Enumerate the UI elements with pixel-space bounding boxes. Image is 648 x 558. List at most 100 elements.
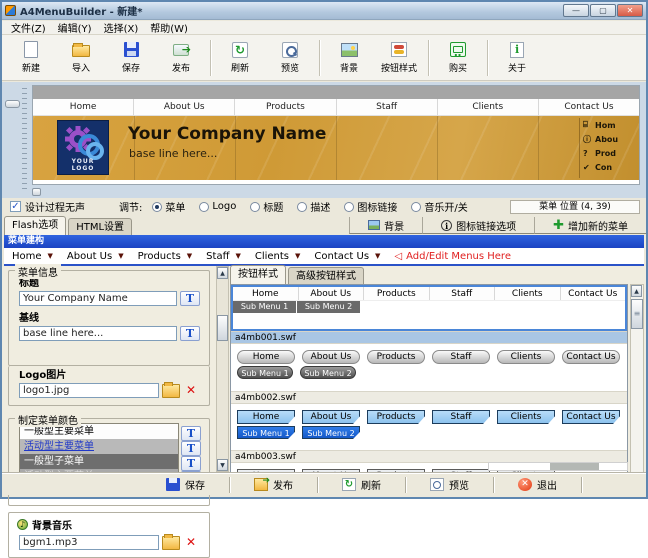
scroll-up-arrow[interactable]: ▲ <box>631 285 642 297</box>
baseline-text[interactable]: base line here... <box>129 147 217 160</box>
horizontal-position-slider[interactable] <box>32 188 41 196</box>
color-row-active-main[interactable]: 活动型主要菜单 <box>20 439 178 454</box>
button-style-button[interactable]: 按钮样式 <box>374 37 424 79</box>
bottom-save-button[interactable]: 保存 <box>142 476 229 494</box>
browse-logo-folder-icon[interactable] <box>162 384 180 398</box>
refresh-button[interactable]: ↻ 刷新 <box>215 37 265 79</box>
scrollbar-thumb[interactable] <box>631 299 643 329</box>
question-icon: ? <box>583 149 592 158</box>
bgm-file-input[interactable]: bgm1.mp3 <box>19 535 159 550</box>
tab-flash-options[interactable]: Flash选项 <box>4 216 66 235</box>
menu-help[interactable]: 帮助(W) <box>145 20 193 35</box>
menu-edit[interactable]: 编辑(Y) <box>53 20 97 35</box>
preview-menu-item[interactable]: Clients <box>438 99 539 115</box>
horizontal-scrollbar[interactable] <box>488 462 628 471</box>
vertical-position-slider[interactable] <box>5 100 20 108</box>
chevron-down-icon[interactable]: ▼ <box>235 252 240 260</box>
tab-advanced-button-style[interactable]: 高级按钮样式 <box>288 267 364 284</box>
side-menu-item[interactable]: ⓘ Abou <box>583 132 637 146</box>
save-button[interactable]: 保存 <box>106 37 156 79</box>
background-button[interactable]: 背景 <box>324 37 374 79</box>
builder-menu-products[interactable]: Products▼ <box>138 251 193 262</box>
radio-menu[interactable]: 菜单 <box>152 199 185 214</box>
chevron-down-icon[interactable]: ▼ <box>295 252 300 260</box>
style-list[interactable]: Home About Us Products Staff Clients Con… <box>230 284 628 474</box>
radio-logo[interactable]: Logo <box>199 201 236 212</box>
background-option-button[interactable]: 背景 <box>349 217 422 234</box>
title-font-button[interactable]: T <box>180 291 200 306</box>
close-button[interactable]: ✕ <box>617 4 643 17</box>
scroll-down-arrow[interactable]: ▼ <box>217 459 228 471</box>
menu-file[interactable]: 文件(Z) <box>6 20 51 35</box>
radio-title[interactable]: 标题 <box>250 199 283 214</box>
preview-menu-item[interactable]: Home <box>33 99 134 115</box>
color-font-button[interactable]: T <box>181 441 201 456</box>
radio-icon-link[interactable]: 图标链接 <box>344 199 397 214</box>
add-new-menu-button[interactable]: ✚ 增加新的菜单 <box>534 217 646 234</box>
builder-menu-contact[interactable]: Contact Us▼ <box>314 251 380 262</box>
preview-menu-item[interactable]: Products <box>235 99 336 115</box>
style-preview-a4mb002[interactable]: Home About Us Products Staff Clients Con… <box>231 344 627 391</box>
style-filename-label[interactable]: a4mb002.swf <box>231 391 627 404</box>
remove-bgm-button[interactable]: ✕ <box>183 535 199 550</box>
preview-menu-item[interactable]: Staff <box>337 99 438 115</box>
title-bar[interactable]: A4MenuBuilder - 新建* — ▢ ✕ <box>2 2 646 20</box>
preview-button[interactable]: 预览 <box>265 37 315 79</box>
baseline-font-button[interactable]: T <box>180 326 200 341</box>
side-menu-item[interactable]: ⌸ Hom <box>583 118 637 132</box>
style-preview-a4mb003[interactable]: Home About Us Products Staff Clients Con… <box>231 404 627 450</box>
silent-checkbox[interactable]: ✓ <box>10 201 21 212</box>
color-font-button[interactable]: T <box>181 456 201 471</box>
builder-menu-about[interactable]: About Us▼ <box>67 251 124 262</box>
publish-button[interactable]: 发布 <box>156 37 206 79</box>
bgm-group: ♪ 背景音乐 bgm1.mp3 ✕ <box>8 512 210 558</box>
preview-menu-item[interactable]: Contact Us <box>539 99 639 115</box>
scroll-up-arrow[interactable]: ▲ <box>217 267 228 279</box>
side-menu-item[interactable]: ? Prod <box>583 146 637 160</box>
maximize-button[interactable]: ▢ <box>590 4 616 17</box>
buy-button[interactable]: 购买 <box>433 37 483 79</box>
chevron-down-icon[interactable]: ▼ <box>118 252 123 260</box>
tab-html-settings[interactable]: HTML设置 <box>68 218 132 235</box>
option-tabs-row: Flash选项 HTML设置 背景 i 图标链接选项 ✚ 增加新的菜单 <box>2 215 646 235</box>
radio-music-toggle[interactable]: 音乐开/关 <box>411 199 467 214</box>
icon-link-options-button[interactable]: i 图标链接选项 <box>422 217 534 234</box>
color-font-button[interactable]: T <box>181 426 201 441</box>
style-preview-a4mb001[interactable]: Home About Us Products Staff Clients Con… <box>231 285 627 331</box>
company-name-text[interactable]: Your Company Name <box>128 124 326 144</box>
bottom-exit-button[interactable]: ✕ 退出 <box>494 476 581 494</box>
about-button[interactable]: 关于 <box>492 37 542 79</box>
radio-description[interactable]: 描述 <box>297 199 330 214</box>
tab-button-style[interactable]: 按钮样式 <box>230 265 286 284</box>
company-logo[interactable]: YOUR LOGO <box>57 120 109 175</box>
style-list-scrollbar[interactable]: ▲ <box>630 284 644 474</box>
new-button[interactable]: 新建 <box>6 37 56 79</box>
title-input[interactable]: Your Company Name <box>19 291 177 306</box>
bottom-preview-button[interactable]: 预览 <box>406 476 493 494</box>
menu-select[interactable]: 选择(X) <box>99 20 144 35</box>
builder-menu-staff[interactable]: Staff▼ <box>206 251 241 262</box>
save-icon <box>166 478 180 491</box>
style-filename-label[interactable]: a4mb001.swf <box>231 331 627 344</box>
baseline-input[interactable]: base line here... <box>19 326 177 341</box>
bottom-refresh-button[interactable]: ↻ 刷新 <box>318 476 405 494</box>
browse-bgm-folder-icon[interactable] <box>162 536 180 550</box>
minimize-button[interactable]: — <box>563 4 589 17</box>
chevron-down-icon[interactable]: ▼ <box>48 252 53 260</box>
builder-menu-home[interactable]: Home▼ <box>12 251 53 262</box>
builder-menu-clients[interactable]: Clients▼ <box>255 251 301 262</box>
menu-preview-canvas[interactable]: Home About Us Products Staff Clients Con… <box>32 85 640 185</box>
bottom-publish-button[interactable]: 发布 <box>230 476 317 494</box>
side-menu-item[interactable]: ✔ Con <box>583 160 637 174</box>
remove-logo-button[interactable]: ✕ <box>183 383 199 398</box>
import-button[interactable]: 导入 <box>56 37 106 79</box>
horizontal-scrollbar-thumb[interactable] <box>550 463 600 470</box>
scrollbar-thumb[interactable] <box>217 315 228 341</box>
preview-menu-item[interactable]: About Us <box>134 99 235 115</box>
publish-icon <box>171 41 191 59</box>
chevron-down-icon[interactable]: ▼ <box>375 252 380 260</box>
logo-file-input[interactable]: logo1.jpg <box>19 383 159 398</box>
color-row-normal-sub[interactable]: 一般型子菜单 <box>20 454 178 469</box>
chevron-down-icon[interactable]: ▼ <box>187 252 192 260</box>
left-panel-scrollbar[interactable]: ▲ ▼ <box>216 266 229 472</box>
